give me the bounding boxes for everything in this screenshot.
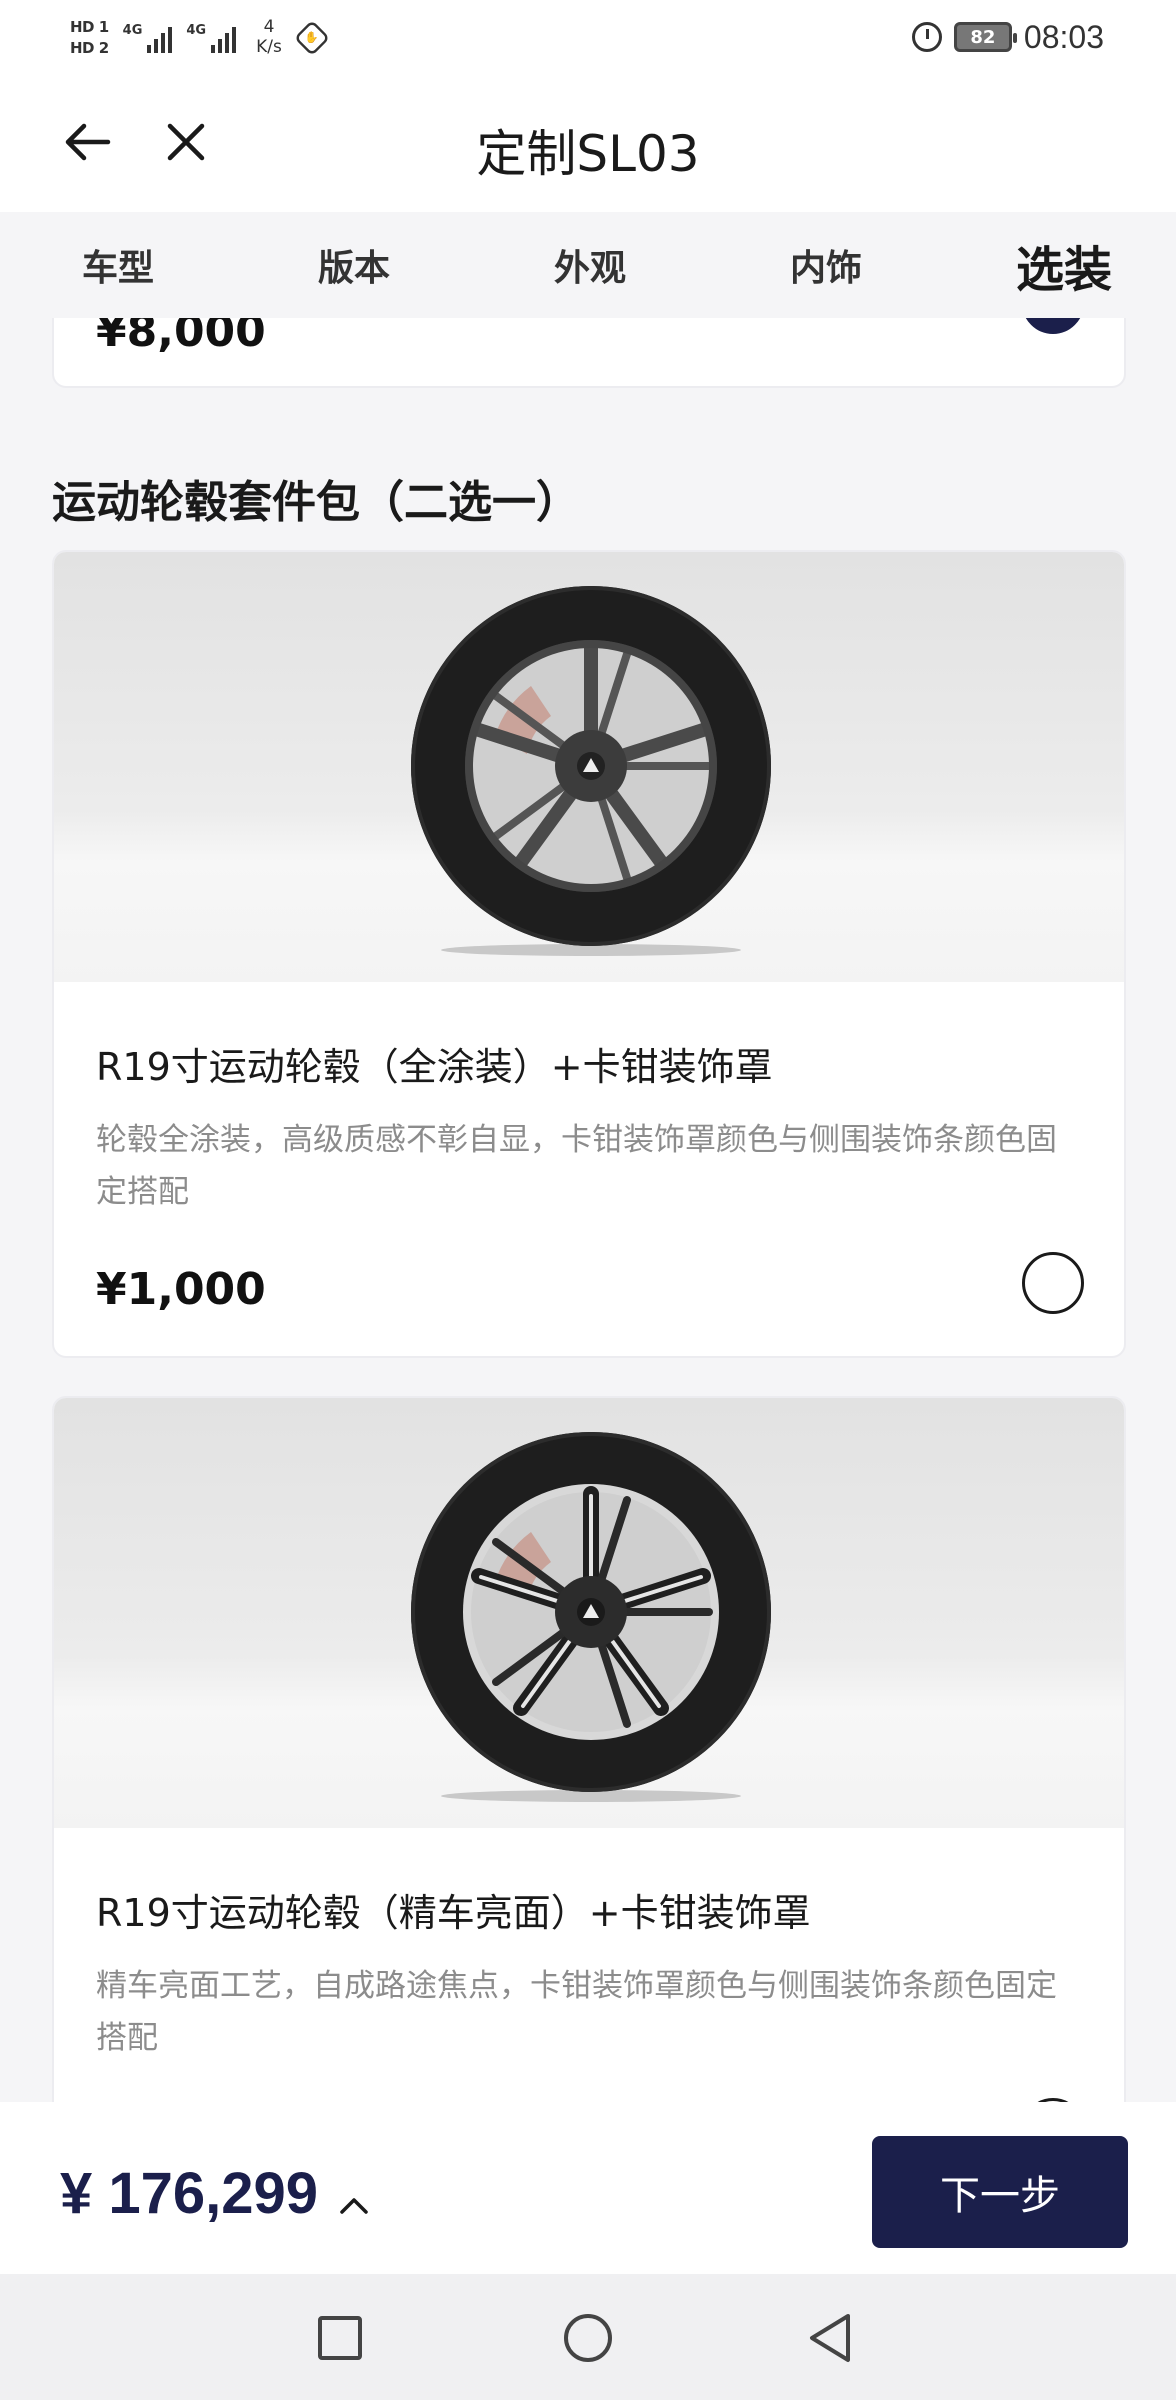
tab-model[interactable]: 车型: [40, 212, 196, 318]
options-list[interactable]: ¥8,000 运动轮毂套件包（二选一） R19寸运动轮毂（全涂装）+卡钳装饰罩 …: [0, 318, 1176, 2102]
status-bar: HD 1 HD 2 4G 4G 4 K/s ✋ 82 08:03: [0, 0, 1176, 74]
tab-interior[interactable]: 内饰: [748, 212, 904, 318]
option-name: R19寸运动轮毂（全涂装）+卡钳装饰罩: [96, 1045, 773, 1089]
tab-options[interactable]: 选装: [986, 212, 1142, 318]
price-bar: ¥ 176,299 下一步: [0, 2102, 1176, 2274]
wheel-polished-icon: [411, 1432, 771, 1802]
wheel-option-card[interactable]: R19寸运动轮毂（全涂装）+卡钳装饰罩 轮毂全涂装，高级质感不彰自显，卡钳装饰罩…: [52, 550, 1126, 1358]
total-price: ¥ 176,299: [60, 2161, 319, 2226]
system-nav-bar: [0, 2274, 1176, 2400]
battery-icon: 82: [953, 22, 1017, 52]
page-title: 定制SL03: [476, 125, 700, 183]
wheel-painted-icon: [411, 586, 771, 956]
speed-value: 4: [263, 17, 275, 38]
recent-apps-icon[interactable]: [318, 2316, 362, 2360]
option-radio[interactable]: [1022, 1252, 1084, 1314]
network-1-label: 4G: [122, 23, 143, 38]
home-icon[interactable]: [564, 2314, 612, 2362]
previous-option-price: ¥8,000: [96, 318, 266, 357]
network-speed: 4 K/s: [256, 18, 282, 57]
chevron-up-icon[interactable]: [338, 2190, 370, 2222]
battery-level: 82: [970, 26, 996, 48]
wheel-option-card[interactable]: R19寸运动轮毂（精车亮面）+卡钳装饰罩 精车亮面工艺，自成路途焦点，卡钳装饰罩…: [52, 1396, 1126, 2102]
back-triangle-icon[interactable]: [806, 2312, 854, 2364]
wheel-image-polished: [54, 1398, 1124, 1828]
hand-icon: ✋: [293, 19, 330, 57]
config-tabs: 车型 版本 外观 内饰 选装: [0, 212, 1176, 318]
status-right: 82 08:03: [911, 14, 1104, 60]
app-header: 定制SL03: [0, 74, 1176, 212]
previous-option-card[interactable]: ¥8,000: [52, 318, 1126, 388]
wheel-image-painted: [54, 552, 1124, 982]
sim1-label: HD 1: [70, 18, 109, 36]
speed-unit: K/s: [256, 37, 282, 57]
sim-indicators: HD 1 HD 2: [70, 20, 109, 56]
network-2-label: 4G: [186, 23, 207, 38]
alarm-icon: [911, 22, 942, 52]
next-step-button[interactable]: 下一步: [872, 2136, 1128, 2248]
section-title: 运动轮毂套件包（二选一）: [52, 477, 580, 528]
previous-option-radio[interactable]: [1022, 318, 1084, 334]
status-left: HD 1 HD 2 4G 4G 4 K/s ✋: [70, 10, 330, 66]
signal-2-icon: 4G: [186, 23, 237, 53]
option-description: 轮毂全涂装，高级质感不彰自显，卡钳装饰罩颜色与侧围装饰条颜色固定搭配: [96, 1122, 1057, 1210]
clock: 08:03: [1023, 18, 1104, 55]
signal-1-icon: 4G: [123, 23, 173, 53]
option-description: 精车亮面工艺，自成路途焦点，卡钳装饰罩颜色与侧围装饰条颜色固定搭配: [96, 1968, 1057, 2056]
option-name: R19寸运动轮毂（精车亮面）+卡钳装饰罩: [96, 1891, 811, 1935]
tab-exterior[interactable]: 外观: [512, 212, 668, 318]
option-price: ¥1,000: [96, 1264, 266, 1315]
tab-version[interactable]: 版本: [276, 212, 432, 318]
sim2-label: HD 2: [70, 39, 109, 57]
